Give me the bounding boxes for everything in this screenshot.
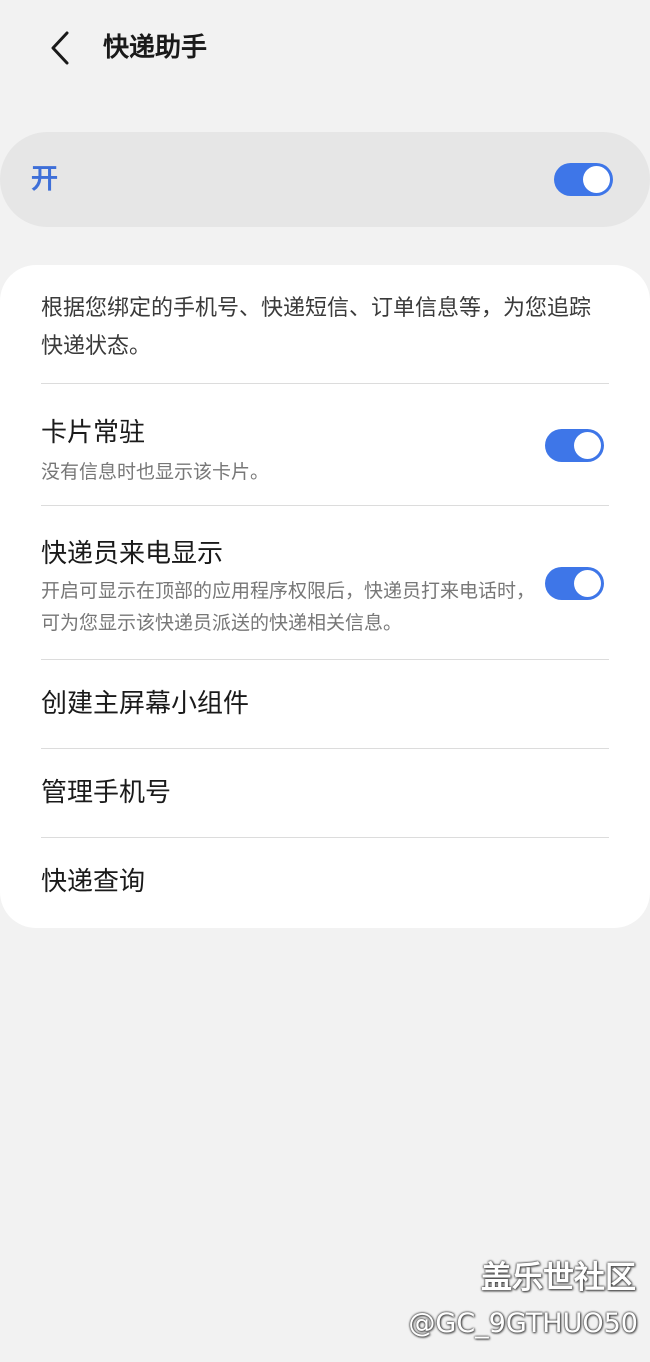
master-switch-label: 开 <box>31 164 58 195</box>
card-pinned-subtitle: 没有信息时也显示该卡片。 <box>41 461 270 483</box>
courier-call-title: 快递员来电显示 <box>41 539 224 569</box>
create-widget-row[interactable]: 创建主屏幕小组件 <box>0 660 650 748</box>
express-query-row[interactable]: 快递查询 <box>0 838 650 928</box>
page-title: 快递助手 <box>103 33 208 63</box>
toggle-knob <box>574 432 601 459</box>
create-widget-label: 创建主屏幕小组件 <box>41 689 250 719</box>
courier-call-toggle[interactable] <box>545 567 604 600</box>
settings-card: 根据您绑定的手机号、快递短信、订单信息等，为您追踪快递状态。 卡片常驻 没有信息… <box>0 265 650 928</box>
master-switch-row[interactable]: 开 <box>0 132 650 227</box>
toggle-knob <box>574 570 601 597</box>
card-pinned-row[interactable]: 卡片常驻 没有信息时也显示该卡片。 <box>0 384 650 505</box>
watermark-brand: 盖乐世社区 <box>481 1260 636 1296</box>
card-pinned-toggle[interactable] <box>545 429 604 462</box>
feature-description: 根据您绑定的手机号、快递短信、订单信息等，为您追踪快递状态。 <box>41 296 592 359</box>
manage-phone-label: 管理手机号 <box>41 778 172 808</box>
card-pinned-title: 卡片常驻 <box>41 418 146 448</box>
courier-call-display-row[interactable]: 快递员来电显示 开启可显示在顶部的应用程序权限后，快递员打来电话时，可为您显示该… <box>0 506 650 659</box>
watermark-user: @GC_9GTHUO50 <box>408 1308 638 1339</box>
toggle-knob <box>583 166 610 193</box>
courier-call-subtitle: 开启可显示在顶部的应用程序权限后，快递员打来电话时，可为您显示该快递员派送的快递… <box>41 580 536 634</box>
express-query-label: 快递查询 <box>41 867 146 897</box>
manage-phone-row[interactable]: 管理手机号 <box>0 749 650 837</box>
app-header: 快递助手 <box>0 0 650 96</box>
master-toggle[interactable] <box>554 163 613 196</box>
chevron-left-icon <box>51 31 69 65</box>
back-button[interactable] <box>34 22 86 74</box>
